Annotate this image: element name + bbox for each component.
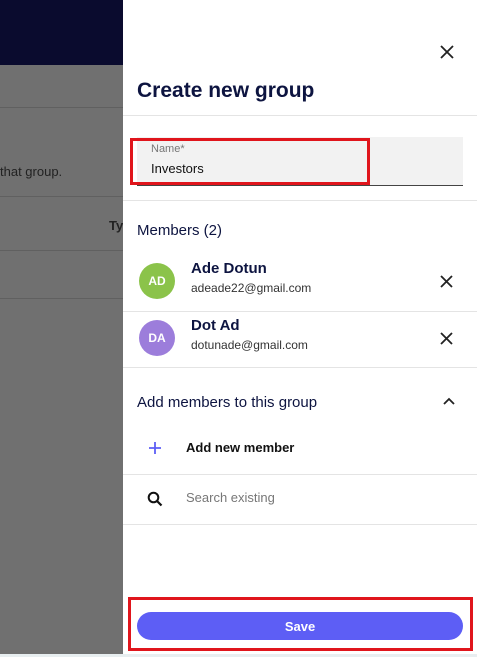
- avatar: AD: [139, 263, 175, 299]
- save-button-highlight: [128, 597, 473, 651]
- drawer-title: Create new group: [137, 79, 315, 102]
- close-icon: [439, 331, 453, 345]
- member-name: Dot Ad: [191, 317, 240, 334]
- create-group-drawer: Create new group Name* Members (2) AD Ad…: [123, 0, 477, 657]
- search-existing-input[interactable]: [186, 490, 436, 505]
- background-divider: [0, 107, 123, 108]
- add-new-member-label: Add new member: [186, 440, 295, 455]
- member-item: AD Ade Dotun adeade22@gmail.com: [123, 254, 477, 311]
- name-field-highlight: [130, 138, 370, 185]
- chevron-up-icon: [443, 397, 455, 405]
- collapse-section-button[interactable]: [439, 392, 459, 410]
- background-app-topbar: [0, 0, 123, 65]
- members-heading: Members (2): [137, 222, 223, 239]
- search-existing-row: [123, 478, 477, 522]
- close-icon: [440, 45, 454, 59]
- close-icon: [439, 274, 453, 288]
- divider: [123, 474, 477, 475]
- plus-icon: [145, 438, 165, 458]
- divider: [123, 115, 477, 116]
- divider: [123, 524, 477, 525]
- page: that group. Ty Create new group Name* Me…: [0, 0, 477, 657]
- member-name: Ade Dotun: [191, 260, 267, 277]
- divider: [123, 367, 477, 368]
- background-divider: [0, 250, 123, 251]
- background-app-overlay: [0, 65, 123, 657]
- remove-member-button[interactable]: [435, 270, 457, 292]
- search-icon: [145, 489, 165, 509]
- add-new-member-button[interactable]: Add new member: [123, 427, 477, 471]
- member-email: dotunade@gmail.com: [191, 338, 308, 352]
- member-email: adeade22@gmail.com: [191, 281, 312, 295]
- avatar: DA: [139, 320, 175, 356]
- close-drawer-button[interactable]: [435, 40, 459, 64]
- background-column-header: Ty: [109, 218, 124, 233]
- add-members-heading: Add members to this group: [137, 394, 318, 411]
- background-divider: [0, 298, 123, 299]
- background-divider: [0, 196, 123, 197]
- remove-member-button[interactable]: [435, 327, 457, 349]
- background-description-text: that group.: [0, 164, 63, 179]
- divider: [123, 200, 477, 201]
- member-item: DA Dot Ad dotunade@gmail.com: [123, 311, 477, 368]
